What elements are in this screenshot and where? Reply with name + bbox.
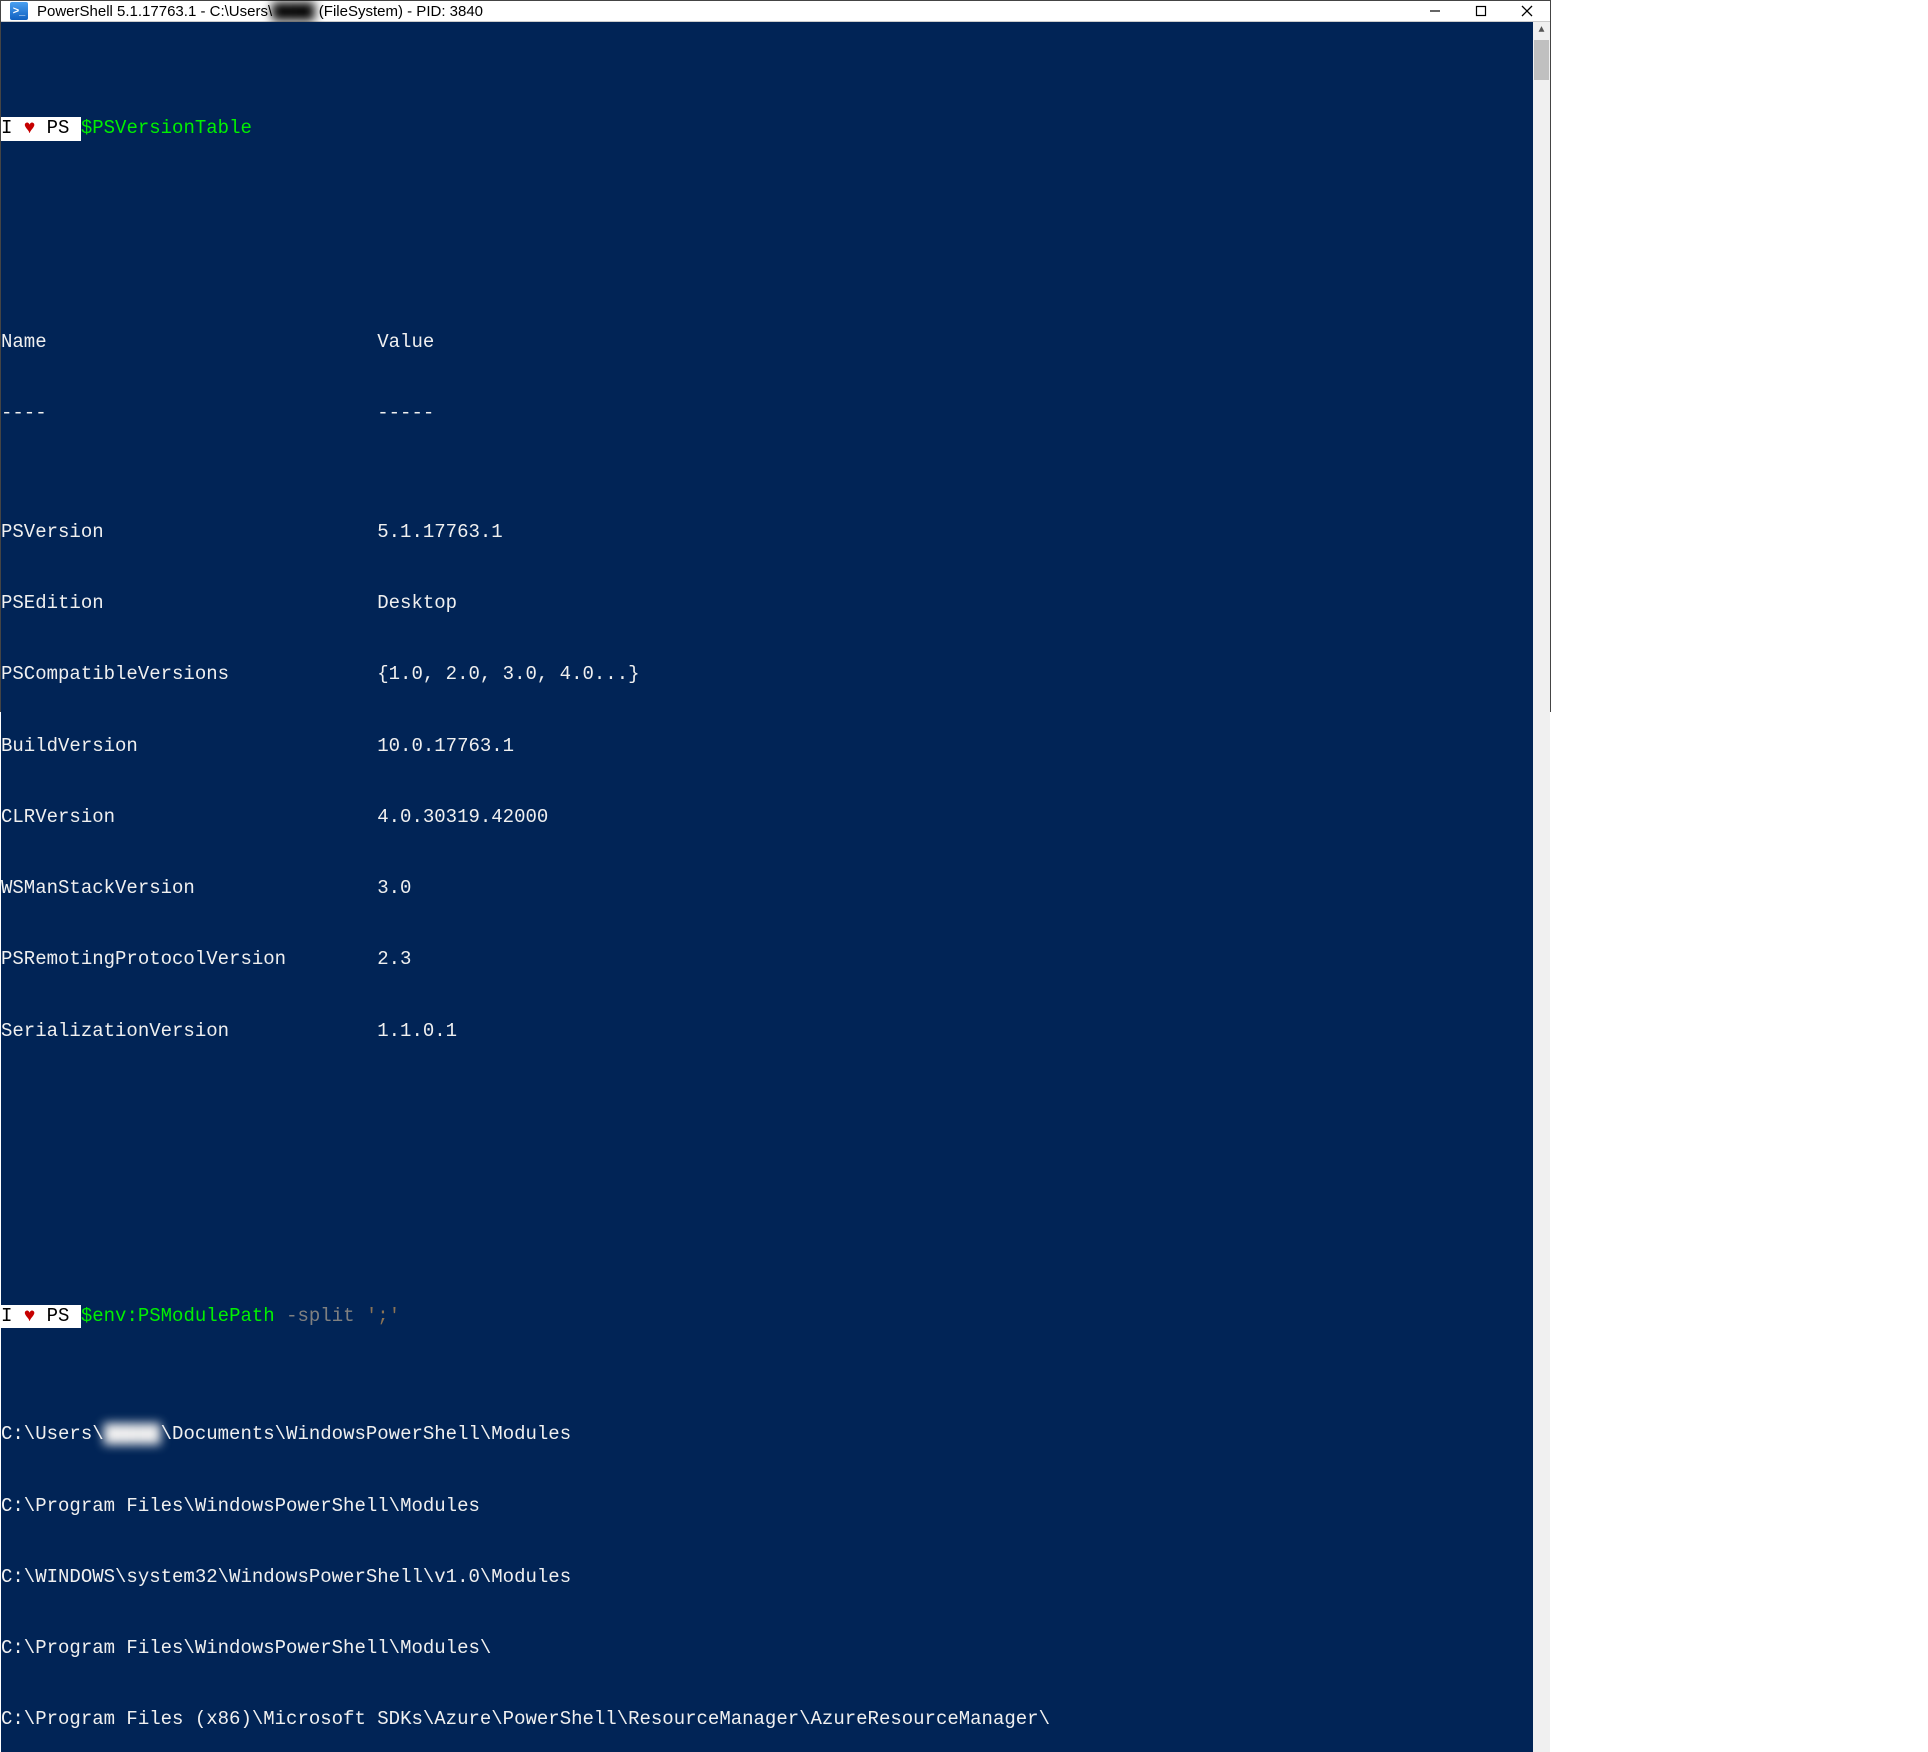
window-controls	[1412, 1, 1550, 21]
table-row: CLRVersion4.0.30319.42000	[1, 806, 1533, 830]
row-value: 1.1.0.1	[377, 1020, 457, 1044]
table-header: NameValue	[1, 331, 1533, 355]
heart-icon: ♥	[24, 117, 35, 139]
module-path-line: C:\Program Files\WindowsPowerShell\Modul…	[1, 1637, 1533, 1661]
header-name: Name	[1, 331, 377, 355]
table-row: PSVersion5.1.17763.1	[1, 521, 1533, 545]
table-divider: ---------	[1, 402, 1533, 426]
prompt-ps: PS	[47, 117, 70, 139]
maximize-button[interactable]	[1458, 1, 1504, 21]
prompt-badge: I ♥ PS	[1, 117, 81, 141]
divider-name: ----	[1, 402, 377, 426]
module-path-line: C:\Users\█████\Documents\WindowsPowerShe…	[1, 1423, 1533, 1447]
module-path-line: C:\Program Files\WindowsPowerShell\Modul…	[1, 1495, 1533, 1519]
row-value: 4.0.30319.42000	[377, 806, 548, 830]
row-name: PSVersion	[1, 521, 377, 545]
row-value: 10.0.17763.1	[377, 735, 514, 759]
module-path-line: C:\WINDOWS\system32\WindowsPowerShell\v1…	[1, 1566, 1533, 1590]
prompt-line-2: I ♥ PS $env:PSModulePath -split ';'	[1, 1305, 1533, 1329]
table-row: WSManStackVersion3.0	[1, 877, 1533, 901]
row-value: 3.0	[377, 877, 411, 901]
prompt-badge: I ♥ PS	[1, 1305, 81, 1329]
table-row: PSEditionDesktop	[1, 592, 1533, 616]
minimize-button[interactable]	[1412, 1, 1458, 21]
row-name: BuildVersion	[1, 735, 377, 759]
row-name: WSManStackVersion	[1, 877, 377, 901]
row-name: PSCompatibleVersions	[1, 663, 377, 687]
scrollbar-thumb[interactable]	[1534, 40, 1549, 80]
window-title: PowerShell 5.1.17763.1 - C:\Users\████ (…	[37, 3, 1412, 20]
terminal-content[interactable]: I ♥ PS $PSVersionTable NameValue -------…	[1, 22, 1533, 1752]
table-row: BuildVersion10.0.17763.1	[1, 735, 1533, 759]
titlebar[interactable]: >_ PowerShell 5.1.17763.1 - C:\Users\███…	[1, 1, 1550, 22]
row-name: PSRemotingProtocolVersion	[1, 948, 377, 972]
row-value: {1.0, 2.0, 3.0, 4.0...}	[377, 663, 639, 687]
header-value: Value	[377, 331, 434, 355]
title-prefix: PowerShell 5.1.17763.1 - C:\Users\	[37, 3, 272, 20]
command-1: $PSVersionTable	[81, 117, 252, 141]
command-2-delim: ';'	[366, 1305, 400, 1329]
path-username-redacted: █████	[104, 1423, 161, 1445]
prompt-i: I	[1, 1305, 12, 1327]
blank-line	[1, 1115, 1533, 1139]
close-button[interactable]	[1504, 1, 1550, 21]
row-value: 5.1.17763.1	[377, 521, 502, 545]
prompt-ps: PS	[47, 1305, 70, 1327]
row-name: CLRVersion	[1, 806, 377, 830]
table-row: PSCompatibleVersions{1.0, 2.0, 3.0, 4.0.…	[1, 663, 1533, 687]
window-frame: >_ PowerShell 5.1.17763.1 - C:\Users\███…	[0, 0, 1551, 712]
module-path-line: C:\Program Files (x86)\Microsoft SDKs\Az…	[1, 1708, 1533, 1732]
command-2-split: -split	[275, 1305, 366, 1329]
heart-icon: ♥	[24, 1305, 35, 1327]
row-name: SerializationVersion	[1, 1020, 377, 1044]
table-row: SerializationVersion1.1.0.1	[1, 1020, 1533, 1044]
blank-line	[1, 212, 1533, 236]
powershell-icon: >_	[9, 1, 29, 21]
row-name: PSEdition	[1, 592, 377, 616]
title-suffix: (FileSystem) - PID: 3840	[315, 3, 483, 20]
scroll-up-arrow-icon[interactable]: ▲	[1533, 22, 1550, 39]
terminal-area[interactable]: I ♥ PS $PSVersionTable NameValue -------…	[1, 22, 1550, 1752]
row-value: Desktop	[377, 592, 457, 616]
divider-value: -----	[377, 402, 434, 426]
command-2-env: $env:PSModulePath	[81, 1305, 275, 1329]
prompt-line-1: I ♥ PS $PSVersionTable	[1, 117, 1533, 141]
path-suffix: \Documents\WindowsPowerShell\Modules	[161, 1423, 571, 1445]
prompt-i: I	[1, 117, 12, 139]
blank-line	[1, 1186, 1533, 1210]
title-username-redacted: ████	[272, 3, 315, 20]
path-prefix: C:\Users\	[1, 1423, 104, 1445]
table-row: PSRemotingProtocolVersion2.3	[1, 948, 1533, 972]
row-value: 2.3	[377, 948, 411, 972]
vertical-scrollbar[interactable]: ▲ ▼	[1533, 22, 1550, 1752]
